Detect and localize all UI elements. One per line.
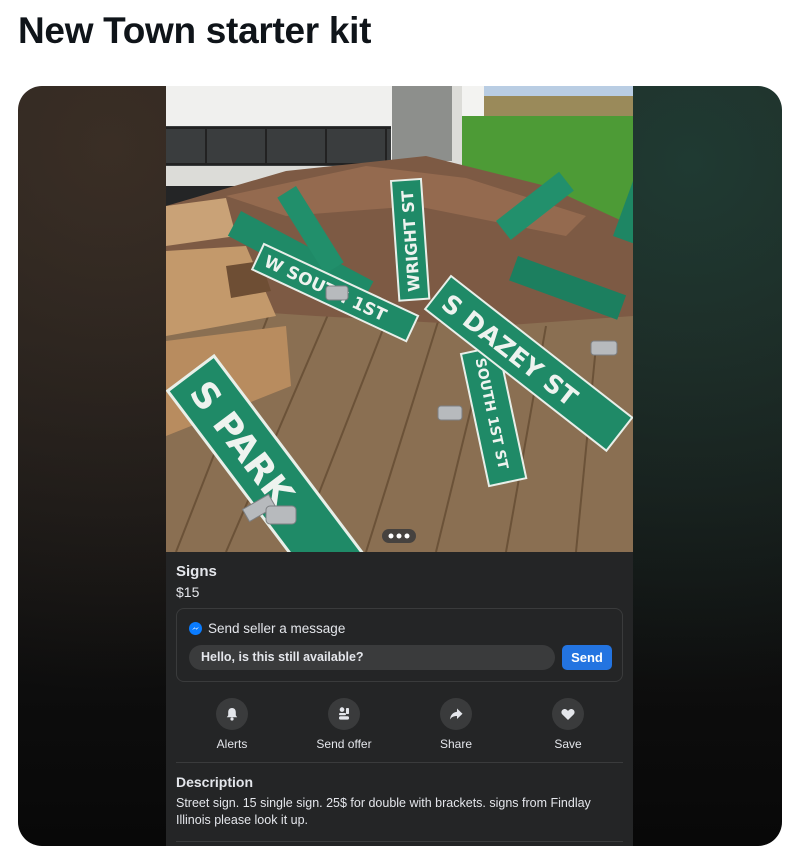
marketplace-screenshot: W SOUTH 1ST WRIGHT ST SOUTH 1ST ST S DAZ…	[166, 86, 633, 846]
send-button[interactable]: Send	[562, 645, 612, 670]
message-box: Send seller a message Hello, is this sti…	[176, 608, 623, 682]
save-label: Save	[554, 737, 582, 751]
share-icon	[450, 708, 463, 720]
action-row: Alerts Send offer Share Save	[176, 698, 623, 754]
messenger-icon	[189, 622, 202, 635]
divider	[176, 762, 623, 763]
alerts-label: Alerts	[216, 737, 248, 751]
message-heading-text: Send seller a message	[208, 621, 346, 636]
send-offer-button[interactable]: Send offer	[299, 698, 389, 751]
listing-photo[interactable]: W SOUTH 1ST WRIGHT ST SOUTH 1ST ST S DAZ…	[166, 86, 633, 552]
send-offer-circle	[328, 698, 360, 730]
description-text: Street sign. 15 single sign. 25$ for dou…	[176, 796, 591, 827]
share-label: Share	[439, 737, 473, 751]
divider	[176, 841, 623, 842]
send-offer-label: Send offer	[316, 737, 372, 751]
message-input[interactable]: Hello, is this still available?	[189, 645, 555, 670]
share-button[interactable]: Share	[411, 698, 501, 751]
alerts-button[interactable]: Alerts	[187, 698, 277, 751]
bell-icon	[226, 708, 238, 721]
listing-price: $15	[176, 584, 200, 600]
alerts-circle	[216, 698, 248, 730]
send-offer-icon	[339, 707, 349, 720]
media-card[interactable]: W SOUTH 1ST WRIGHT ST SOUTH 1ST ST S DAZ…	[18, 86, 782, 846]
listing-title: Signs	[176, 563, 217, 580]
heart-icon	[561, 709, 575, 720]
description-heading: Description	[176, 774, 254, 790]
message-heading: Send seller a message	[189, 621, 345, 636]
save-button[interactable]: Save	[523, 698, 613, 751]
share-circle	[440, 698, 472, 730]
save-circle	[552, 698, 584, 730]
post-title: New Town starter kit	[18, 10, 372, 51]
